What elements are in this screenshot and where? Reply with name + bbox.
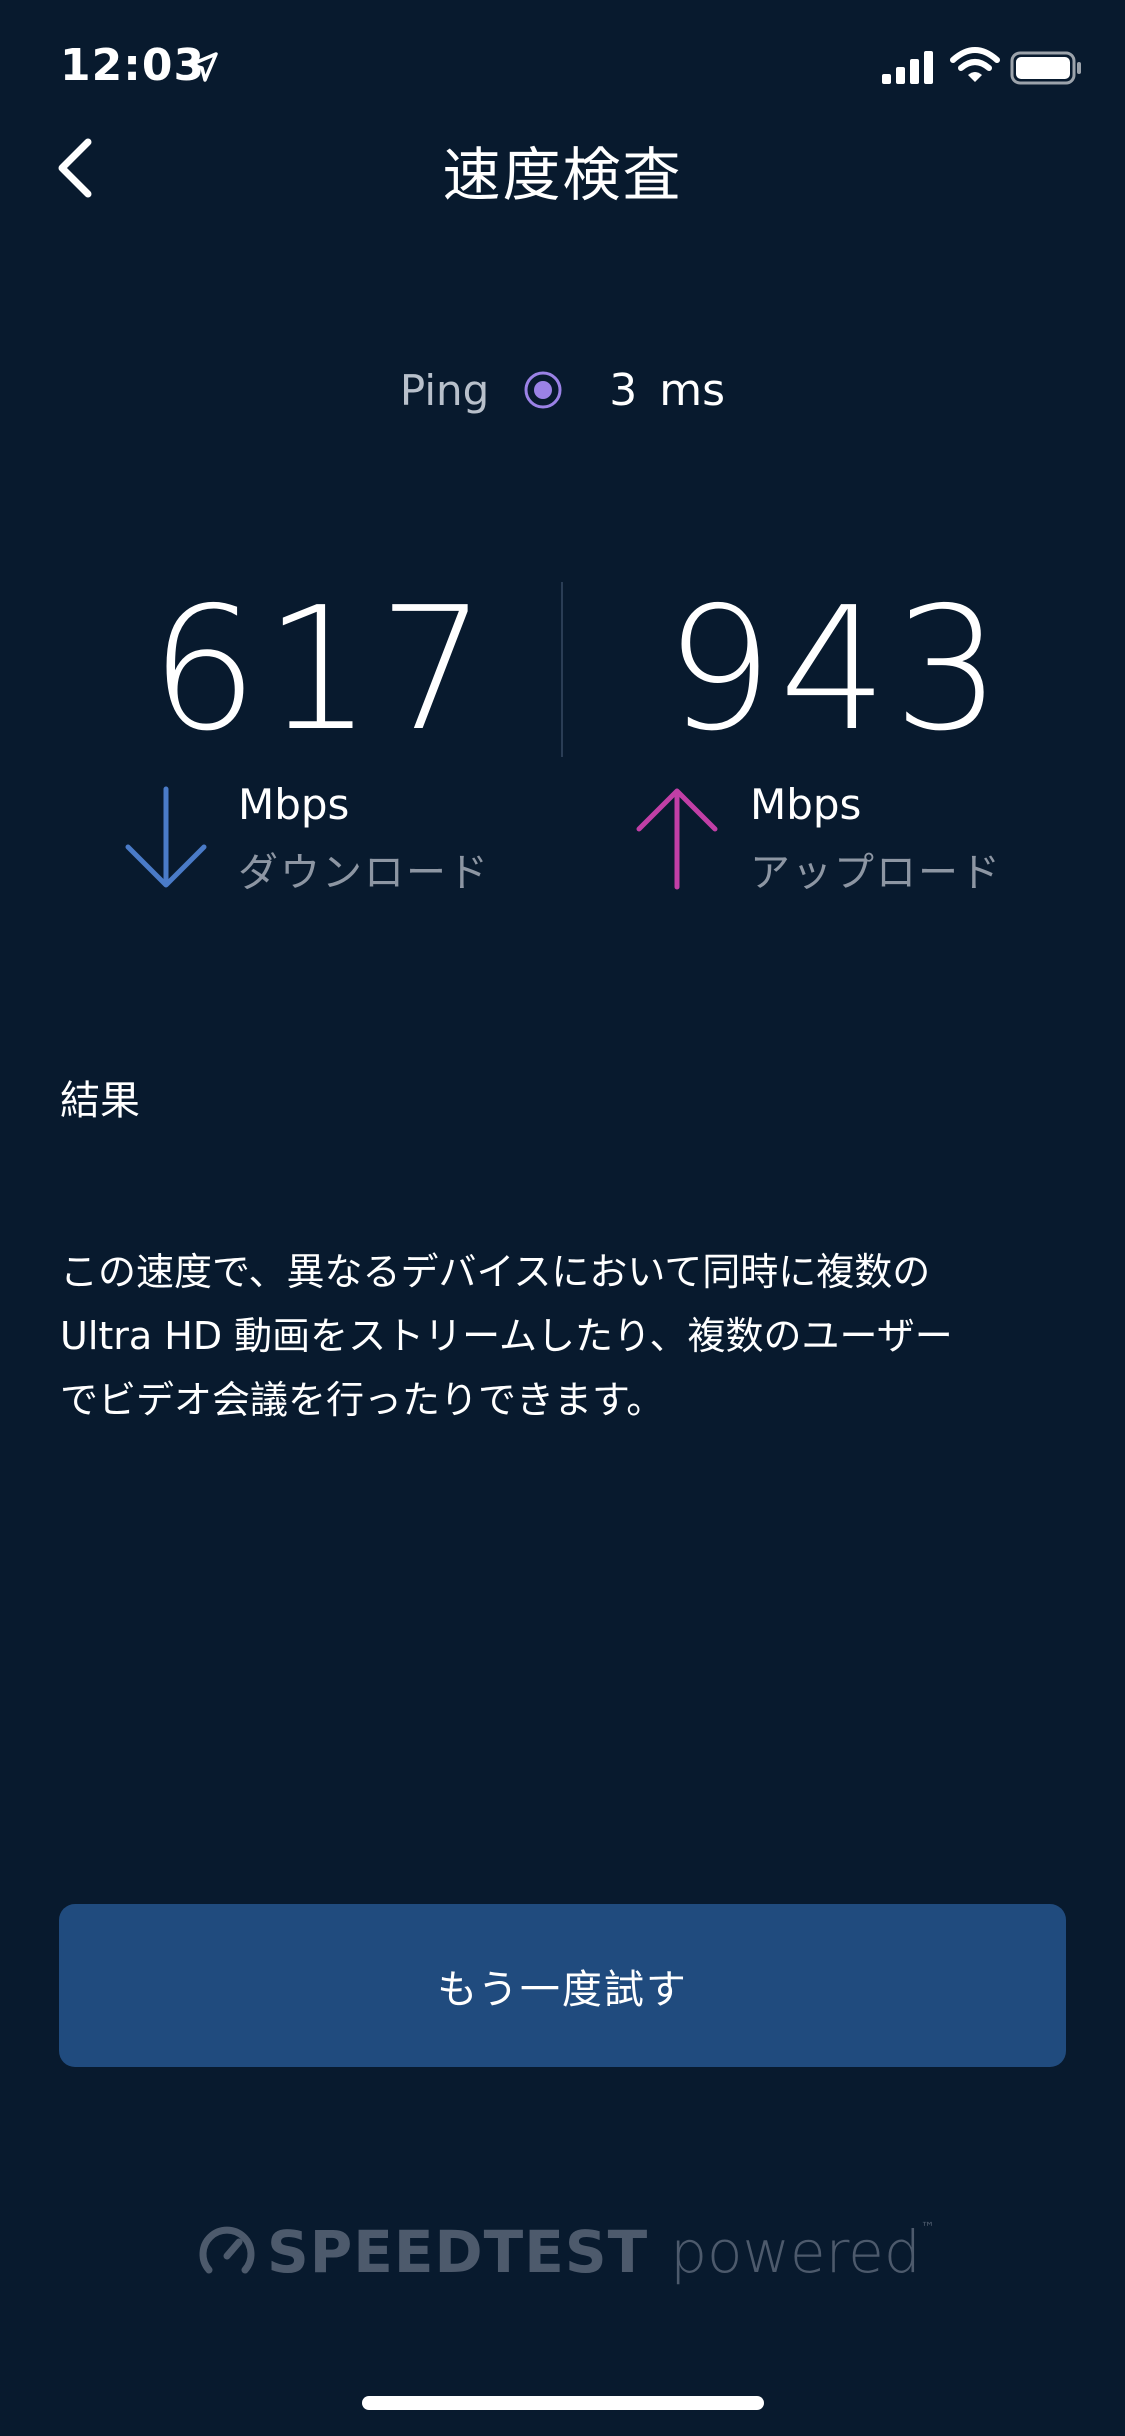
home-indicator xyxy=(362,2396,764,2410)
upload-label: アップロード xyxy=(750,850,1002,896)
download-speed-value: 617 xyxy=(150,571,493,769)
upload-speed-value: 943 xyxy=(665,571,1008,769)
status-time: 12:03 xyxy=(60,40,206,91)
ping-value: 3 xyxy=(609,364,638,416)
download-label: ダウンロード xyxy=(238,850,490,896)
brand-trademark: ™ xyxy=(920,2220,935,2236)
arrow-up-icon xyxy=(636,788,718,890)
brand-speedtest: SPEEDTEST xyxy=(267,2218,649,2286)
result-line: この速度で、異なるデバイスにおいて同時に複数の xyxy=(60,1250,931,1294)
ping-label: Ping xyxy=(399,365,490,415)
retry-button[interactable]: もう一度試す xyxy=(59,1904,1066,2067)
result-heading: 結果 xyxy=(60,1078,140,1124)
wifi-icon xyxy=(950,47,1000,82)
arrow-down-icon xyxy=(125,786,207,888)
result-line: Ultra HD 動画をストリームしたり、複数のユーザー xyxy=(60,1314,953,1358)
ping-row: Ping 3 ms xyxy=(0,355,1125,425)
download-unit: Mbps xyxy=(238,780,350,829)
result-line: でビデオ会議を行ったりできます。 xyxy=(60,1378,665,1422)
metric-divider xyxy=(561,582,563,757)
status-bar: 12:03 xyxy=(0,0,1125,140)
speedometer-icon xyxy=(199,2226,255,2274)
cellular-signal-icon xyxy=(882,51,933,84)
speedtest-logo: SPEEDTEST powered ™ xyxy=(195,2212,935,2292)
location-arrow-icon xyxy=(188,52,218,82)
upload-unit: Mbps xyxy=(750,780,862,829)
speed-test-screen: 12:03 速度検査 Ping 3 ms 617 943 Mbps ダウンロード… xyxy=(0,0,1125,2436)
brand-powered: powered xyxy=(670,2218,921,2286)
battery-icon xyxy=(1010,51,1081,85)
radio-dot-icon xyxy=(524,371,562,409)
result-description: この速度で、異なるデバイスにおいて同時に複数の Ultra HD 動画をストリー… xyxy=(60,1240,1070,1432)
ping-unit: ms xyxy=(659,364,726,416)
page-title: 速度検査 xyxy=(442,141,683,209)
